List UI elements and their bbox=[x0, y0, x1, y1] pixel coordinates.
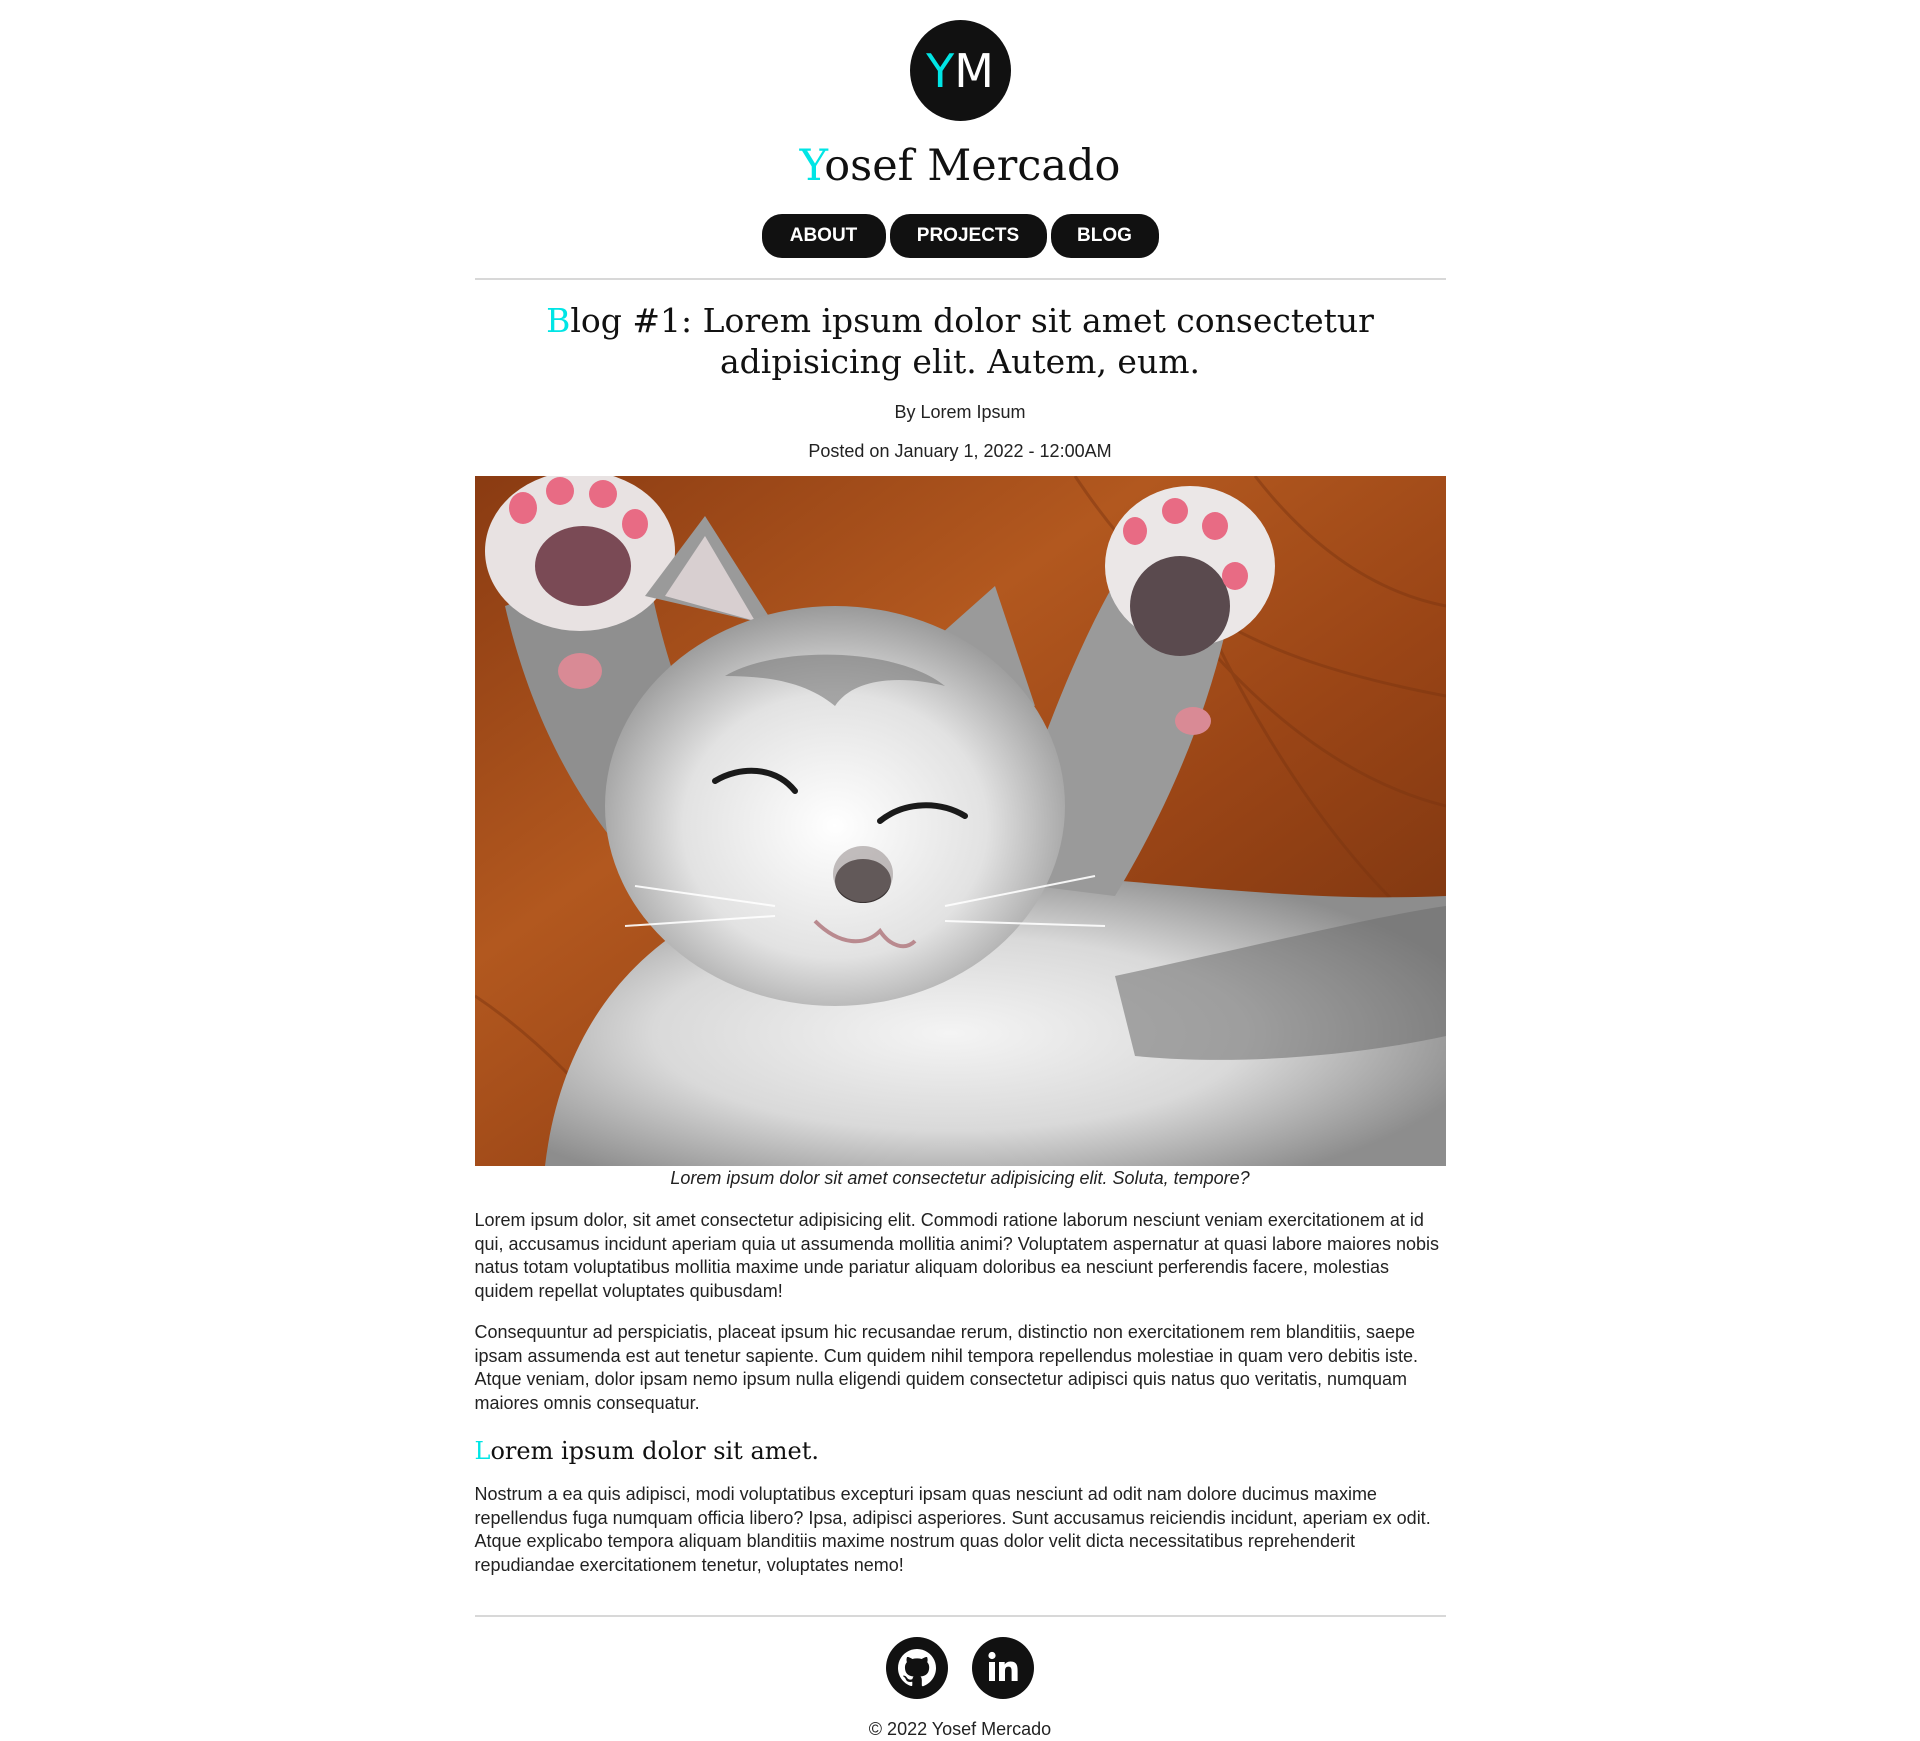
social-links bbox=[475, 1637, 1446, 1699]
post-date: Posted on January 1, 2022 - 12:00AM bbox=[808, 441, 1112, 461]
post-subheading: Lorem ipsum dolor sit amet. bbox=[475, 1437, 1446, 1465]
copyright: © 2022 Yosef Mercado bbox=[868, 1719, 1052, 1739]
post-title: Blog #1: Lorem ipsum dolor sit amet cons… bbox=[515, 300, 1406, 382]
nav-projects-button[interactable]: PROJECTS bbox=[889, 214, 1047, 258]
nav-blog-button[interactable]: BLOG bbox=[1050, 214, 1159, 258]
linkedin-link[interactable] bbox=[972, 1637, 1034, 1699]
header-divider bbox=[474, 278, 1446, 280]
page: YM Yosef Mercado ABOUT PROJECTS BLOG Blo… bbox=[474, 0, 1446, 1740]
kitten-photo bbox=[474, 476, 1446, 1166]
logo-letter-y: Y bbox=[926, 43, 955, 98]
main-nav: ABOUT PROJECTS BLOG bbox=[475, 214, 1446, 258]
footer-divider bbox=[474, 1615, 1446, 1617]
post-subheading-initial: L bbox=[474, 1437, 491, 1465]
post-paragraph-3: Nostrum a ea quis adipisci, modi volupta… bbox=[474, 1484, 1431, 1575]
github-icon bbox=[886, 1637, 948, 1699]
post-byline: By Lorem Ipsum bbox=[894, 402, 1026, 422]
site-name-initial: Y bbox=[799, 141, 825, 191]
site-name-rest: osef Mercado bbox=[824, 141, 1121, 191]
blog-post: Blog #1: Lorem ipsum dolor sit amet cons… bbox=[474, 300, 1446, 1577]
github-link[interactable] bbox=[886, 1637, 948, 1699]
logo-wrap: YM bbox=[475, 0, 1446, 121]
image-caption: Lorem ipsum dolor sit amet consectetur a… bbox=[670, 1168, 1250, 1188]
post-paragraph-1: Lorem ipsum dolor, sit amet consectetur … bbox=[474, 1210, 1440, 1301]
post-subheading-rest: orem ipsum dolor sit amet. bbox=[490, 1437, 819, 1465]
site-footer: © 2022 Yosef Mercado bbox=[474, 1615, 1446, 1740]
post-title-rest: log #1: Lorem ipsum dolor sit amet conse… bbox=[570, 301, 1374, 381]
site-logo[interactable]: YM bbox=[909, 20, 1011, 121]
linkedin-icon bbox=[972, 1637, 1034, 1699]
site-header: YM Yosef Mercado ABOUT PROJECTS BLOG bbox=[474, 0, 1446, 280]
nav-about-button[interactable]: ABOUT bbox=[761, 214, 886, 258]
post-title-initial: B bbox=[546, 301, 571, 340]
logo-letter-m: M bbox=[954, 43, 994, 98]
post-paragraph-2: Consequuntur ad perspiciatis, placeat ip… bbox=[474, 1322, 1419, 1413]
site-name: Yosef Mercado bbox=[475, 145, 1446, 188]
